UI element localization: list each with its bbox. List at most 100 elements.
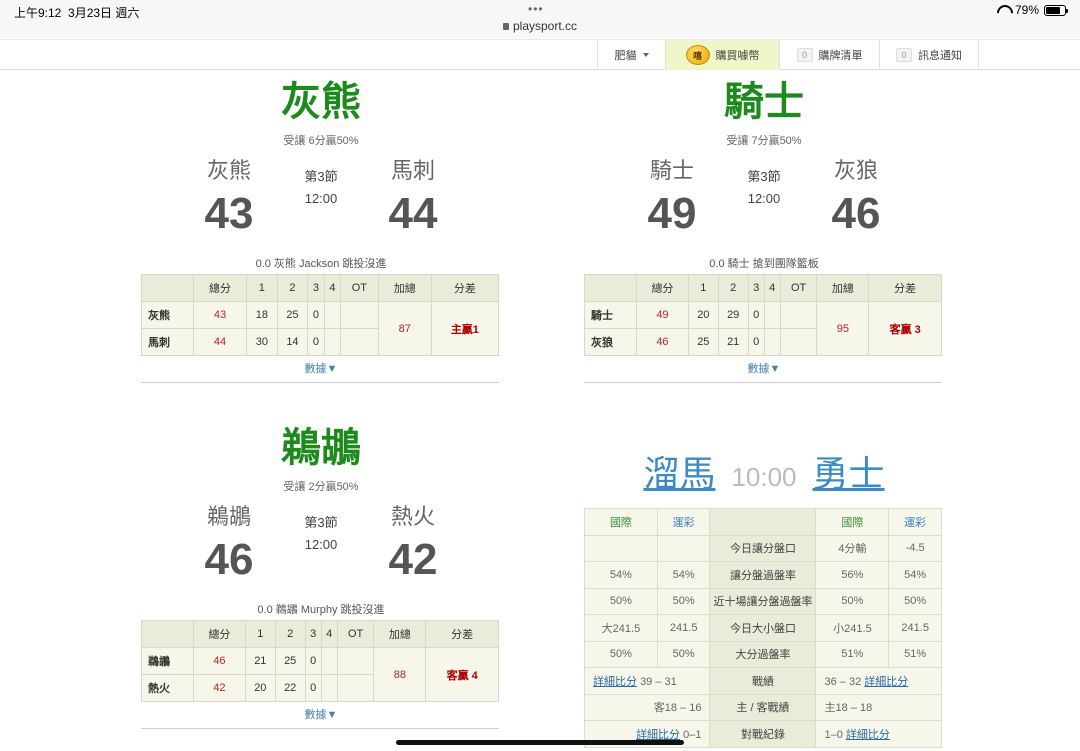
col-header: 2 — [717, 274, 749, 302]
row-q1: 30 — [246, 328, 278, 356]
row-q4 — [763, 301, 781, 329]
away-score: 43 — [204, 189, 254, 238]
row-q1: 21 — [244, 647, 276, 675]
col-intl: 國際 — [815, 508, 890, 536]
scoreboard: 灰熊 43 第3節 12:00 馬刺 44 — [141, 158, 501, 256]
user-name: 肥貓 — [614, 50, 637, 62]
row-ot — [340, 301, 379, 329]
notice-count-badge: 0 — [896, 48, 912, 62]
period: 第3節 — [747, 169, 781, 184]
away-score: 46 — [204, 535, 254, 584]
row-ot — [336, 674, 375, 702]
col-header: 分差 — [430, 274, 500, 302]
notifications-link[interactable]: 0 訊息通知 — [879, 40, 979, 70]
home-away-row: 客18 – 16 主 / 客戰績 主18 – 18 — [583, 693, 942, 721]
score-row: 灰熊 43 18 25 0 87 主贏1 — [141, 301, 500, 356]
box-header-row: 總分 1 2 3 4 OT 加總 分差 — [584, 274, 942, 302]
last-play: 0.0 騎士 搶到團隊籃板 — [709, 258, 819, 270]
stats-toggle-link[interactable]: 數據▼ — [584, 360, 944, 376]
row-total: 49 — [636, 301, 689, 329]
home-name: 灰狼 — [833, 158, 878, 183]
upcoming-game: 溜馬 10:00 勇士 國際 運彩 國際 運彩 今日讓分盤口 4分輸 -4.5 54% 54… — [583, 446, 944, 748]
odds-label: 今日讓分盤口 — [709, 534, 817, 562]
box-score-table: 總分 1 2 3 4 OT 加總 分差 騎士 49 20 29 0 95 客贏 3 灰狼 46 25 21 0 — [584, 274, 942, 356]
battery-percent: 79% — [1014, 3, 1039, 17]
buy-coins-button[interactable]: 嘻 購買噱幣 — [665, 40, 779, 70]
row-q3: 0 — [307, 301, 325, 329]
col-header: 3 — [747, 274, 765, 302]
stats-toggle-link[interactable]: 數據▼ — [141, 706, 501, 722]
user-menu[interactable]: 肥貓 — [597, 40, 665, 70]
stats-toggle-link[interactable]: 數據▼ — [141, 360, 501, 376]
purchase-list-label: 購牌清單 — [818, 50, 863, 62]
odds-sport-away: 50% — [656, 587, 711, 615]
detail-score-link[interactable]: 詳細比分 — [864, 676, 908, 688]
battery-icon — [1044, 4, 1068, 16]
away-score: 49 — [647, 189, 697, 238]
tab-dots-icon[interactable]: ••• — [528, 2, 544, 16]
row-q2: 25 — [276, 301, 309, 329]
detail-score-link[interactable]: 詳細比分 — [636, 729, 680, 741]
box-score-table: 總分 1 2 3 4 OT 加總 分差 灰熊 43 18 25 0 87 主贏1 馬刺 44 30 14 0 — [141, 274, 500, 356]
clock: 12:00 — [304, 537, 338, 552]
home-name: 熱火 — [390, 504, 435, 529]
row-ot — [779, 328, 818, 356]
col-header: 總分 — [636, 274, 689, 302]
box-header-row: 總分 1 2 3 4 OT 加總 分差 — [141, 620, 499, 648]
last-play: 0.0 灰熊 Jackson 跳投沒進 — [255, 258, 387, 270]
purchase-list-link[interactable]: 0 購牌清單 — [779, 40, 879, 70]
col-header: 1 — [244, 620, 276, 648]
period-clock: 第3節 12:00 — [734, 166, 794, 210]
away-team: 灰熊 43 — [169, 158, 289, 242]
row-q3: 0 — [747, 301, 765, 329]
caret-down-icon — [642, 53, 649, 57]
col-header: 總分 — [192, 274, 248, 302]
homeaway-right: 主18 – 18 — [815, 693, 942, 721]
col-header: 3 — [307, 274, 325, 302]
odds-intl-away: 54% — [584, 561, 658, 589]
odds-label: 讓分盤過盤率 — [709, 561, 817, 589]
home-team: 灰狼 46 — [796, 158, 916, 242]
address-bar[interactable]: playsport.cc — [0, 19, 1080, 33]
game-panel: 鵜鶘 受讓 2分贏50% 鵜鶘 46 第3節 12:00 熱火 42 0.0 鵜鶘 Murphy… — [141, 420, 501, 729]
homeaway-label: 主 / 客戰績 — [709, 693, 817, 721]
row-q1: 20 — [687, 301, 719, 329]
odds-row: 大241.5 241.5 今日大小盤口 小241.5 241.5 — [584, 614, 942, 642]
row-total: 42 — [193, 674, 246, 702]
game-title: 騎士 — [724, 80, 804, 124]
home-team-link[interactable]: 勇士 — [813, 453, 885, 494]
odds-intl-home: 4分輸 — [815, 534, 890, 562]
corner-cell — [141, 274, 194, 302]
scoreboard: 鵜鶘 46 第3節 12:00 熱火 42 — [141, 504, 501, 602]
home-indicator[interactable] — [396, 740, 684, 745]
row-q4 — [763, 328, 781, 356]
detail-score-link[interactable]: 詳細比分 — [846, 729, 890, 741]
odds-intl-home: 56% — [815, 561, 890, 589]
detail-score-link[interactable]: 詳細比分 — [593, 676, 637, 688]
odds-label: 近十場讓分盤過盤率 — [709, 587, 817, 615]
odds-sport-home: 50% — [888, 587, 942, 615]
col-header: 4 — [323, 274, 342, 302]
odds-row: 今日讓分盤口 4分輸 -4.5 — [584, 534, 942, 562]
odds-sport-home: 241.5 — [888, 614, 942, 642]
row-q4 — [320, 674, 338, 702]
row-q2: 21 — [717, 328, 749, 356]
row-q4 — [323, 328, 342, 356]
sum-cell: 87 — [377, 301, 432, 356]
scoreboard: 騎士 49 第3節 12:00 灰狼 46 — [584, 158, 944, 256]
odds-intl-away: 50% — [584, 587, 658, 615]
box-header-row: 總分 1 2 3 4 OT 加總 分差 — [141, 274, 500, 302]
away-team: 騎士 49 — [612, 158, 732, 242]
row-q3: 0 — [747, 328, 765, 356]
score-row: 騎士 49 20 29 0 95 客贏 3 — [584, 301, 942, 356]
game-title: 灰熊 — [281, 80, 361, 124]
odds-label: 今日大小盤口 — [709, 614, 817, 642]
col-header: 加總 — [373, 620, 427, 648]
record-label: 戰績 — [709, 667, 817, 695]
h2h-right: 1–0 詳細比分 — [815, 720, 942, 748]
away-team-link[interactable]: 溜馬 — [643, 453, 715, 494]
lock-icon — [502, 23, 509, 30]
odds-header-row: 國際 運彩 國際 運彩 — [584, 508, 942, 536]
col-sport: 運彩 — [888, 508, 942, 536]
row-q2: 29 — [717, 301, 749, 329]
